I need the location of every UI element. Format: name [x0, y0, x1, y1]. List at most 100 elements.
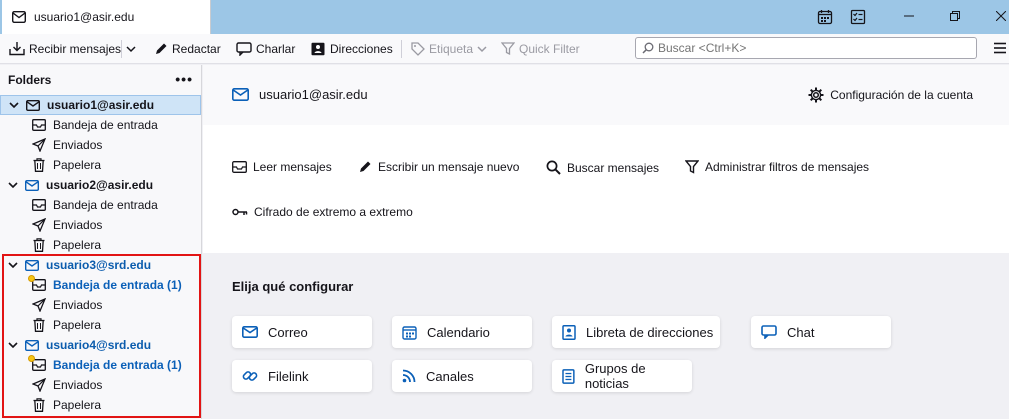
- account-central: usuario1@asir.edu Configuración de la cu…: [203, 65, 1009, 419]
- manage-filters-link[interactable]: Administrar filtros de mensajes: [685, 160, 869, 174]
- tag-label: Etiqueta: [429, 42, 474, 56]
- folder-account-usuario4[interactable]: usuario4@srd.edu: [0, 335, 201, 355]
- account-settings-label: Configuración de la cuenta: [830, 88, 973, 102]
- download-icon: [9, 42, 25, 56]
- folder-pane: Folders ••• usuario1@asir.edu Bandeja de…: [0, 65, 202, 419]
- address-book-button[interactable]: Direcciones: [310, 39, 393, 59]
- mail-icon: [242, 326, 258, 338]
- account-actions: Leer mensajes Escribir un mensaje nuevo …: [203, 125, 1009, 253]
- search-field[interactable]: [635, 37, 977, 59]
- setup-address-book-button[interactable]: Libreta de direcciones: [552, 316, 720, 348]
- address-book-label: Direcciones: [330, 42, 393, 56]
- mail-icon: [24, 337, 40, 353]
- quick-filter-label: Quick Filter: [519, 42, 580, 56]
- inbox-icon: [31, 197, 47, 213]
- toolbar-separator: [121, 40, 122, 58]
- folder-label: Bandeja de entrada (1): [53, 358, 182, 372]
- tag-button[interactable]: Etiqueta: [411, 39, 491, 59]
- tab-title: usuario1@asir.edu: [34, 10, 135, 24]
- folder-inbox-unread[interactable]: Bandeja de entrada (1): [0, 355, 201, 375]
- setup-chat-label: Chat: [787, 324, 815, 340]
- chevron-down-icon[interactable]: [7, 180, 19, 190]
- folder-trash[interactable]: Papelera: [0, 315, 201, 335]
- chevron-down-icon[interactable]: [7, 340, 19, 350]
- title-bar: usuario1@asir.edu: [0, 0, 1009, 34]
- folders-title: Folders: [8, 73, 52, 87]
- search-messages-label: Buscar mensajes: [567, 160, 660, 175]
- setup-email-button[interactable]: Correo: [232, 316, 372, 348]
- folder-sent[interactable]: Enviados: [0, 295, 201, 315]
- calendar-icon: [402, 325, 417, 340]
- write-message-link[interactable]: Escribir un mensaje nuevo: [358, 160, 519, 174]
- folder-label: Papelera: [53, 398, 102, 412]
- inbox-icon: [28, 355, 47, 373]
- get-messages-button[interactable]: Recibir mensajes: [9, 39, 121, 59]
- setup-newsgroups-button[interactable]: Grupos de noticias: [552, 360, 692, 392]
- maximize-icon[interactable]: [944, 6, 966, 26]
- chat-icon: [761, 325, 777, 339]
- trash-icon: [31, 397, 47, 413]
- tab-account[interactable]: usuario1@asir.edu: [2, 0, 211, 34]
- account-title-text: usuario1@asir.edu: [259, 87, 368, 102]
- tasks-icon[interactable]: [849, 8, 867, 26]
- account-settings-link[interactable]: Configuración de la cuenta: [808, 87, 973, 103]
- folder-inbox-unread[interactable]: Bandeja de entrada (1): [0, 275, 201, 295]
- folder-label: Enviados: [53, 378, 103, 392]
- inbox-icon: [232, 161, 247, 173]
- setup-filelink-label: Filelink: [268, 368, 309, 384]
- folder-label: usuario4@srd.edu: [46, 338, 152, 352]
- folder-label: Enviados: [53, 298, 103, 312]
- chevron-down-icon[interactable]: [8, 100, 20, 110]
- setup-section: Elija qué configurar Correo Calendario L…: [203, 253, 1009, 419]
- folder-trash[interactable]: Papelera: [0, 395, 201, 415]
- write-button[interactable]: Redactar: [154, 39, 221, 59]
- setup-email-label: Correo: [268, 324, 308, 340]
- get-messages-label: Recibir mensajes: [29, 42, 122, 56]
- calendar-icon[interactable]: [816, 8, 834, 26]
- folder-label: Bandeja de entrada: [53, 118, 158, 132]
- mail-icon: [12, 11, 26, 23]
- folders-more-button[interactable]: •••: [175, 71, 193, 87]
- folder-label: Papelera: [53, 238, 102, 252]
- mail-icon: [25, 97, 41, 113]
- folder-account-usuario1[interactable]: usuario1@asir.edu: [0, 95, 201, 115]
- setup-newsgroups-label: Grupos de noticias: [584, 361, 646, 391]
- folder-inbox[interactable]: Bandeja de entrada: [0, 115, 201, 135]
- hamburger-menu-icon[interactable]: [993, 41, 1007, 55]
- folder-sent[interactable]: Enviados: [0, 215, 201, 235]
- setup-filelink-button[interactable]: Filelink: [232, 360, 372, 392]
- link-icon: [242, 371, 258, 381]
- folders-header: Folders: [0, 65, 202, 95]
- search-icon: [642, 42, 654, 54]
- folder-sent[interactable]: Enviados: [0, 135, 201, 155]
- folder-trash[interactable]: Papelera: [0, 155, 201, 175]
- search-messages-link[interactable]: Buscar mensajes: [546, 160, 659, 175]
- inbox-icon: [28, 275, 47, 293]
- get-messages-dropdown[interactable]: [126, 39, 140, 59]
- close-icon[interactable]: [990, 6, 1009, 26]
- setup-feeds-button[interactable]: Canales: [392, 360, 532, 392]
- setup-chat-button[interactable]: Chat: [751, 316, 891, 348]
- paper-plane-icon: [31, 217, 47, 233]
- account-title: usuario1@asir.edu: [232, 87, 368, 102]
- folder-trash[interactable]: Papelera: [0, 235, 201, 255]
- chat-button[interactable]: Charlar: [236, 39, 295, 59]
- chevron-down-icon[interactable]: [7, 260, 19, 270]
- end-to-end-encryption-link[interactable]: Cifrado de extremo a extremo: [232, 205, 413, 219]
- address-book-icon: [311, 42, 325, 56]
- minimize-icon[interactable]: [898, 6, 920, 26]
- folder-inbox[interactable]: Bandeja de entrada: [0, 195, 201, 215]
- chevron-down-icon: [477, 46, 487, 53]
- quick-filter-button[interactable]: Quick Filter: [501, 39, 580, 59]
- folder-label: Papelera: [53, 318, 102, 332]
- setup-calendar-button[interactable]: Calendario: [392, 316, 532, 348]
- trash-icon: [31, 317, 47, 333]
- search-input[interactable]: [658, 41, 958, 55]
- address-book-icon: [562, 324, 576, 340]
- folder-account-usuario3[interactable]: usuario3@srd.edu: [0, 255, 201, 275]
- manage-filters-label: Administrar filtros de mensajes: [705, 160, 870, 174]
- folder-sent[interactable]: Enviados: [0, 375, 201, 395]
- pencil-icon: [156, 43, 167, 54]
- folder-account-usuario2[interactable]: usuario2@asir.edu: [0, 175, 201, 195]
- read-messages-link[interactable]: Leer mensajes: [232, 160, 332, 174]
